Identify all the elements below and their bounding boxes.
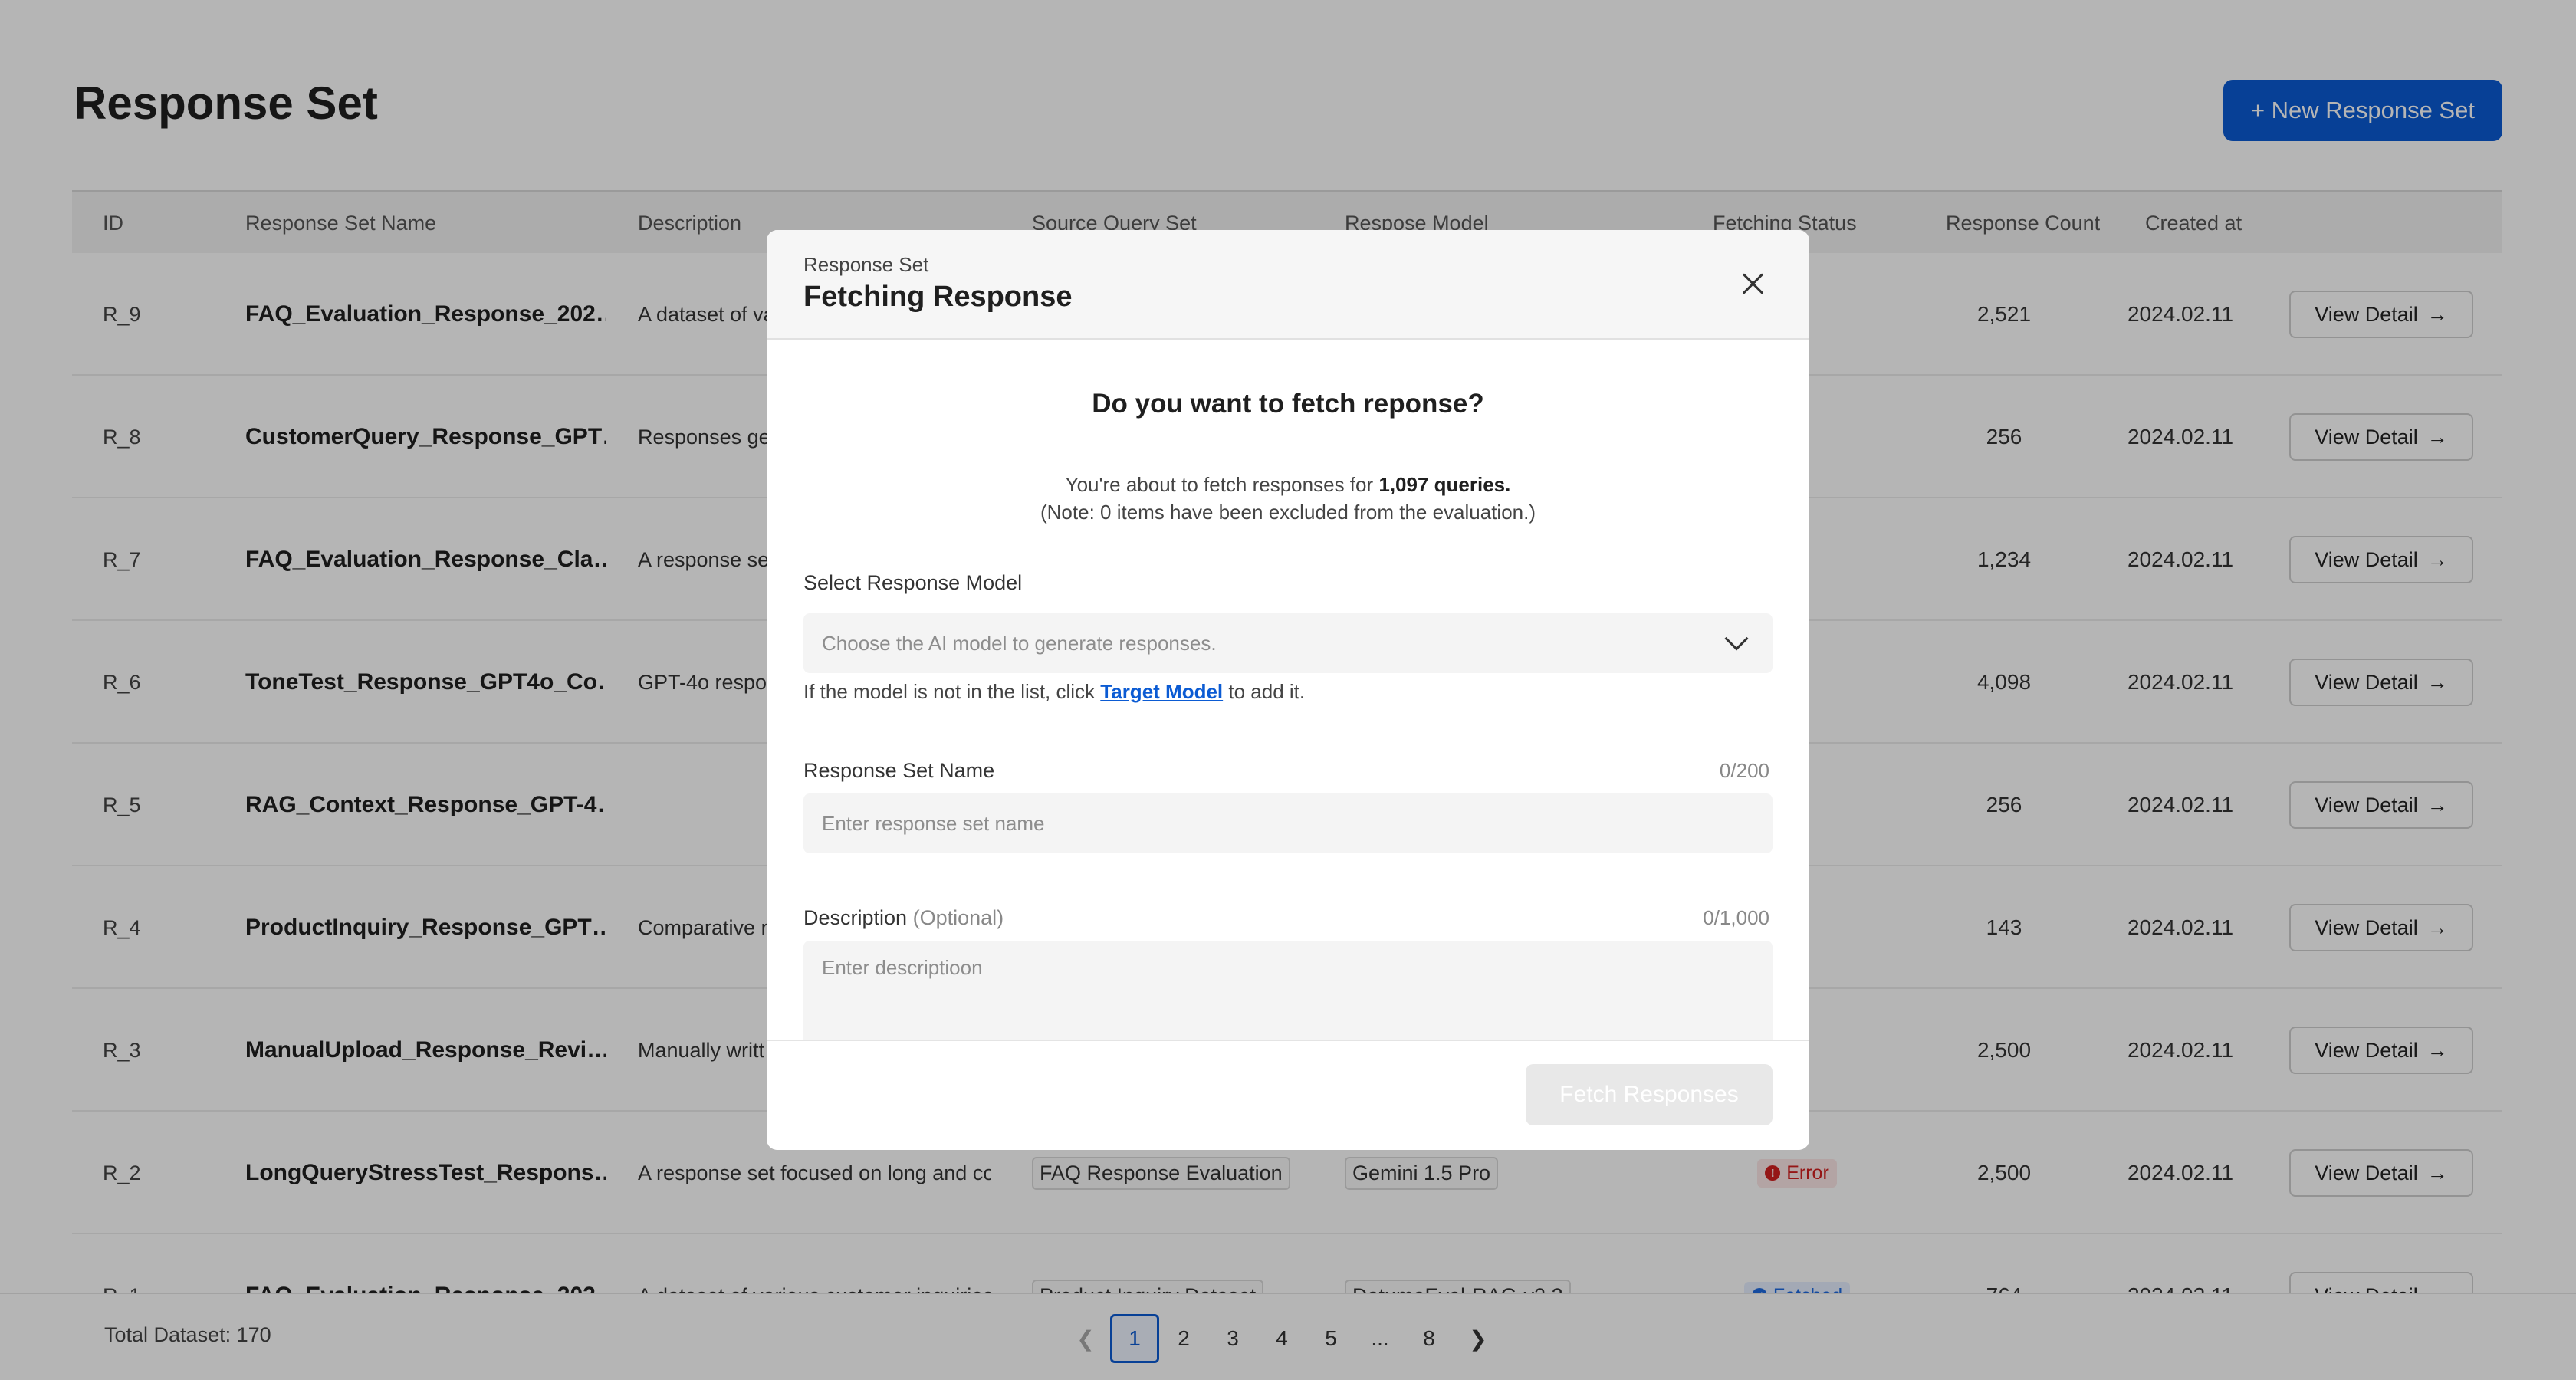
modal-footer: Fetch Responses <box>767 1040 1809 1150</box>
modal-body: Do you want to fetch reponse? You're abo… <box>767 341 1809 1048</box>
exclusion-note: (Note: 0 items have been excluded from t… <box>1040 501 1536 524</box>
description-label: Description (Optional) <box>803 906 1004 930</box>
description-label-text: Description <box>803 906 908 929</box>
close-icon[interactable] <box>1739 270 1766 297</box>
query-count: 1,097 queries. <box>1378 473 1511 496</box>
model-hint: If the model is not in the list, click T… <box>803 680 1305 704</box>
model-label: Select Response Model <box>803 571 1023 594</box>
description-char-counter: 0/1,000 <box>1703 906 1769 929</box>
name-label: Response Set Name <box>803 759 995 782</box>
response-model-select[interactable]: Choose the AI model to generate response… <box>803 613 1773 673</box>
modal-subtitle: Response Set <box>803 253 929 276</box>
fetch-info-text: You're about to fetch responses for <box>1065 473 1379 496</box>
response-set-name-input[interactable] <box>803 794 1773 853</box>
fetching-response-modal: Response Set Fetching Response Do you wa… <box>767 230 1809 1150</box>
confirm-question: Do you want to fetch reponse? <box>1092 389 1484 419</box>
chevron-down-icon <box>1724 626 1749 651</box>
modal-title: Fetching Response <box>803 281 1073 313</box>
modal-header: Response Set Fetching Response <box>767 230 1809 340</box>
name-char-counter: 0/200 <box>1719 759 1769 782</box>
fetch-info: You're about to fetch responses for 1,09… <box>767 473 1809 497</box>
hint-suffix: to add it. <box>1223 680 1306 703</box>
hint-prefix: If the model is not in the list, click <box>803 680 1101 703</box>
fetch-responses-button[interactable]: Fetch Responses <box>1526 1064 1773 1125</box>
description-input[interactable] <box>803 941 1773 1048</box>
model-select-placeholder: Choose the AI model to generate response… <box>822 632 1217 655</box>
description-optional: (Optional) <box>912 906 1004 929</box>
target-model-link[interactable]: Target Model <box>1100 680 1223 703</box>
